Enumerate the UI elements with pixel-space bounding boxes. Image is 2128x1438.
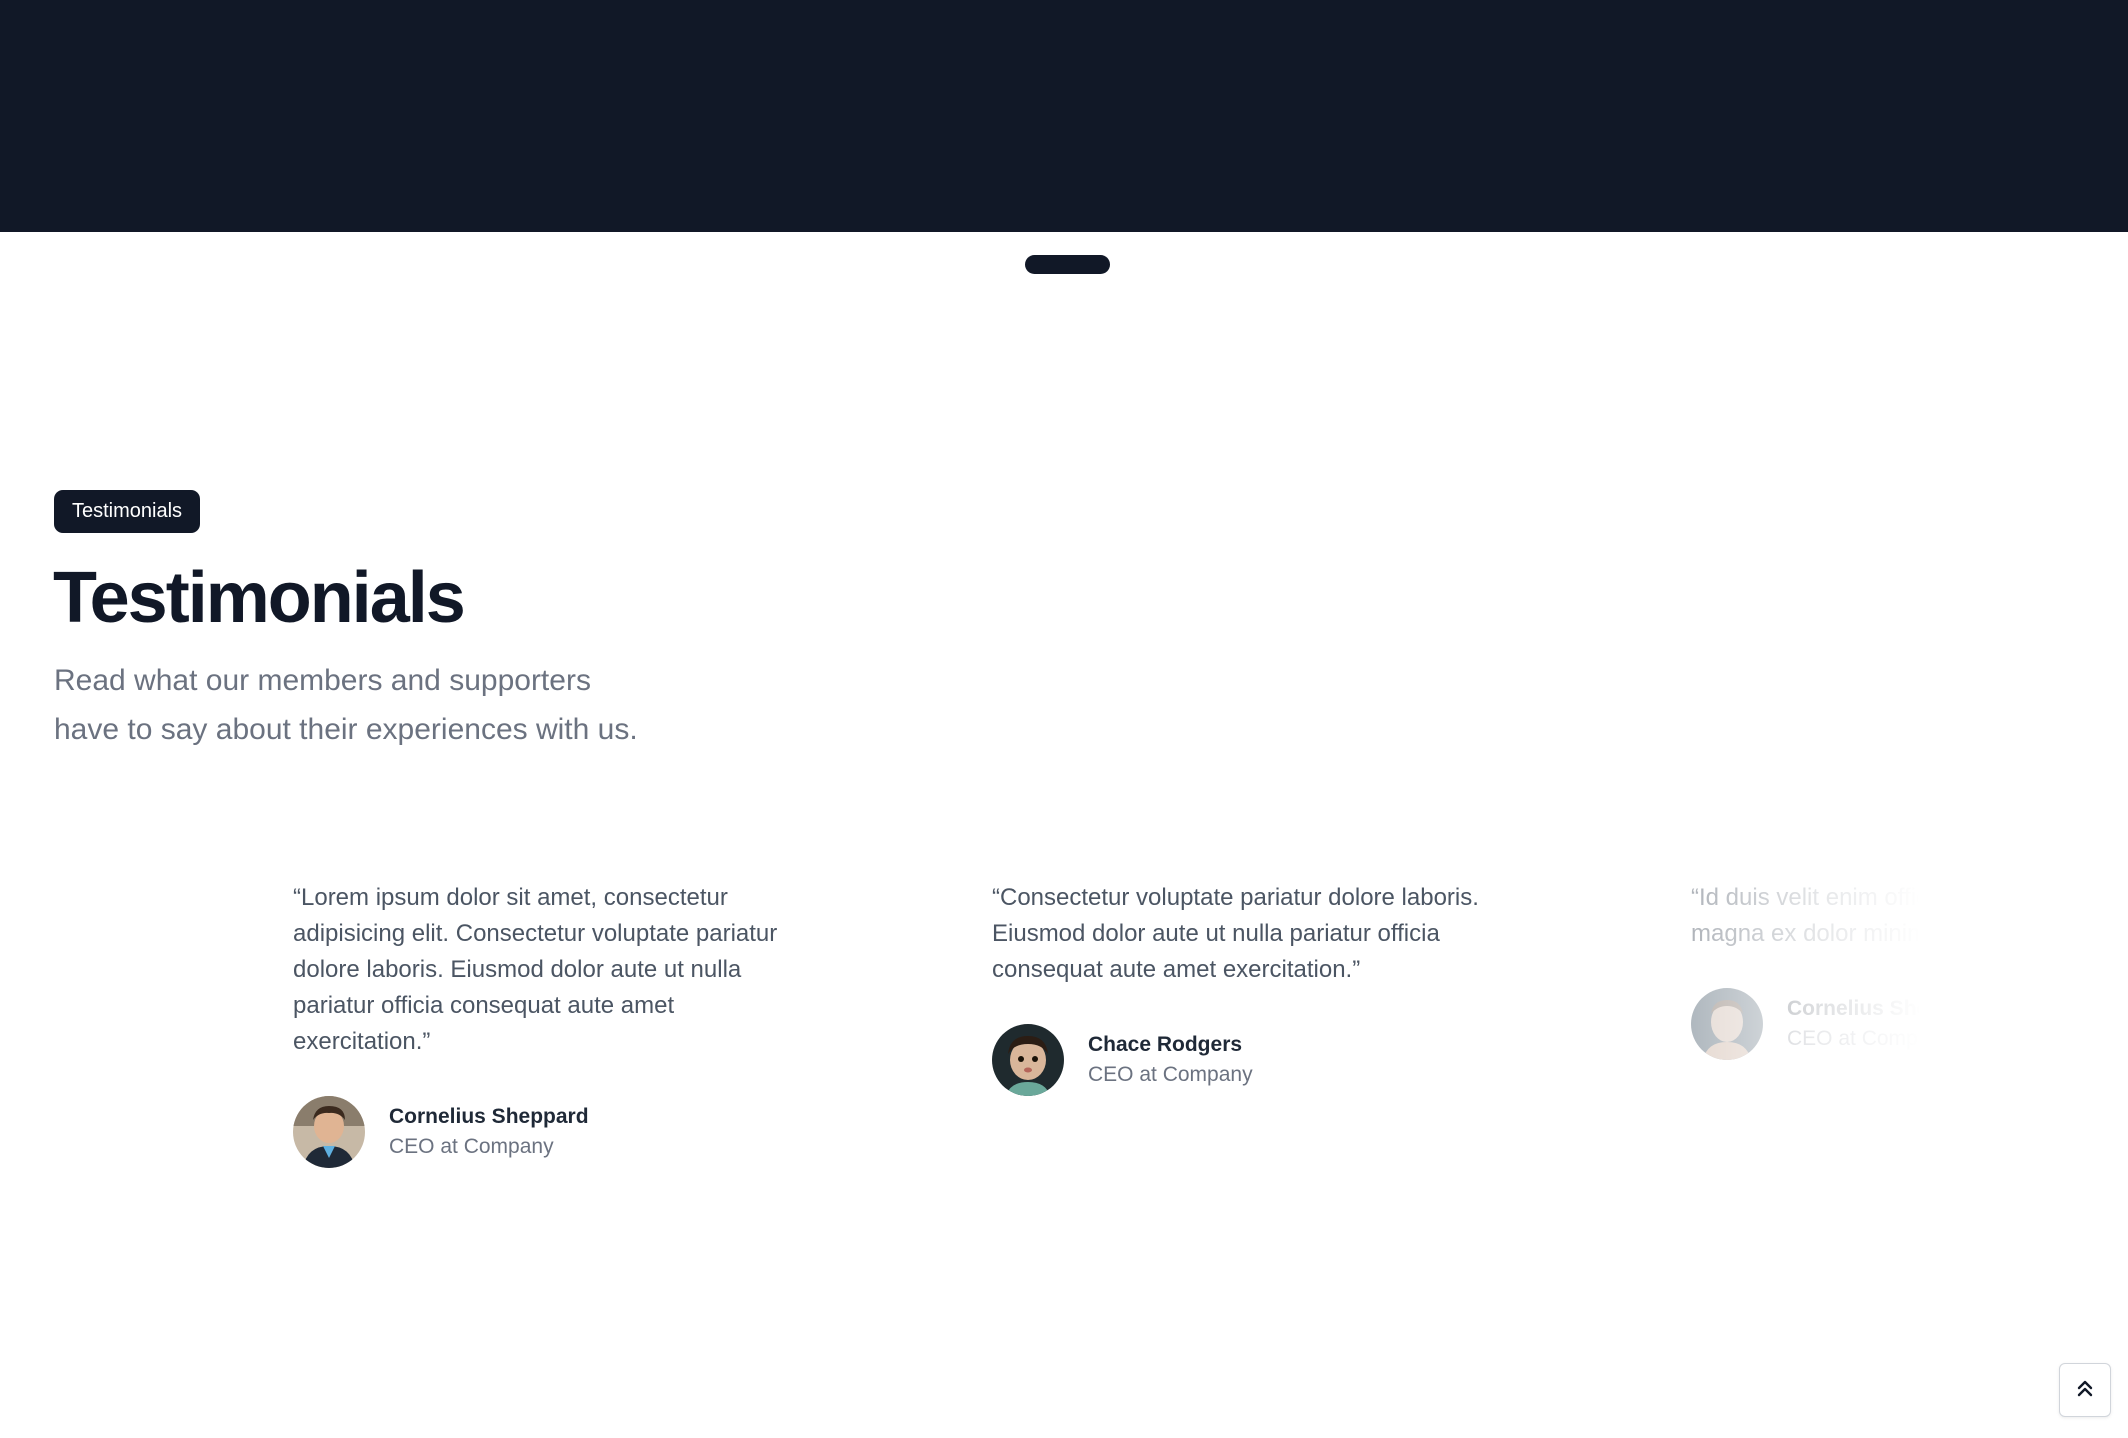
testimonials-carousel[interactable]: “Lorem ipsum dolor sit amet, consectetur… (0, 880, 2128, 1220)
subtitle-line-2: have to say about their experiences with… (54, 713, 638, 746)
testimonial-quote: “Id duis velit enim officia ad nisi magn… (1691, 880, 2021, 952)
testimonial-author: Cornelius Sheppard CEO at Company (1691, 988, 2021, 1060)
author-role: CEO at Company (1088, 1063, 1253, 1086)
testimonial-card: “Consectetur voluptate pariatur dolore l… (992, 880, 1512, 1096)
testimonial-author: Cornelius Sheppard CEO at Company (293, 1096, 813, 1168)
testimonial-card: “Id duis velit enim officia ad nisi magn… (1691, 880, 2021, 1060)
testimonial-quote-line-2: magna ex dolor minim deserunt (1691, 920, 2021, 947)
author-name: Cornelius Sheppard (1787, 997, 1987, 1020)
testimonial-quote-line-1: “Id duis velit enim officia ad nisi (1691, 884, 2021, 911)
author-name: Chace Rodgers (1088, 1033, 1243, 1056)
slider-active-indicator[interactable] (1025, 255, 1110, 274)
author-role: CEO at Company (389, 1135, 554, 1158)
testimonials-badge: Testimonials (54, 490, 201, 533)
testimonial-quote: “Consectetur voluptate pariatur dolore l… (992, 884, 1479, 983)
section-subtitle: Read what our members and supporters hav… (54, 656, 674, 754)
testimonial-quote: “Lorem ipsum dolor sit amet, consectetur… (293, 884, 778, 1055)
double-chevron-up-icon (2073, 1376, 2097, 1405)
avatar (293, 1096, 365, 1168)
section-title: Testimonials (53, 558, 466, 638)
avatar (992, 1024, 1064, 1096)
avatar (1691, 988, 1763, 1060)
testimonial-author: Chace Rodgers CEO at Company (992, 1024, 1512, 1096)
author-role: CEO at Company (1787, 1027, 1952, 1050)
scroll-to-top-button[interactable] (2059, 1363, 2111, 1417)
hero-banner (0, 0, 2128, 232)
testimonial-card: “Lorem ipsum dolor sit amet, consectetur… (293, 880, 813, 1168)
author-name: Cornelius Sheppard (389, 1105, 589, 1128)
subtitle-line-1: Read what our members and supporters (54, 664, 591, 697)
page: Testimonials Testimonials Read what our … (0, 0, 2128, 1438)
